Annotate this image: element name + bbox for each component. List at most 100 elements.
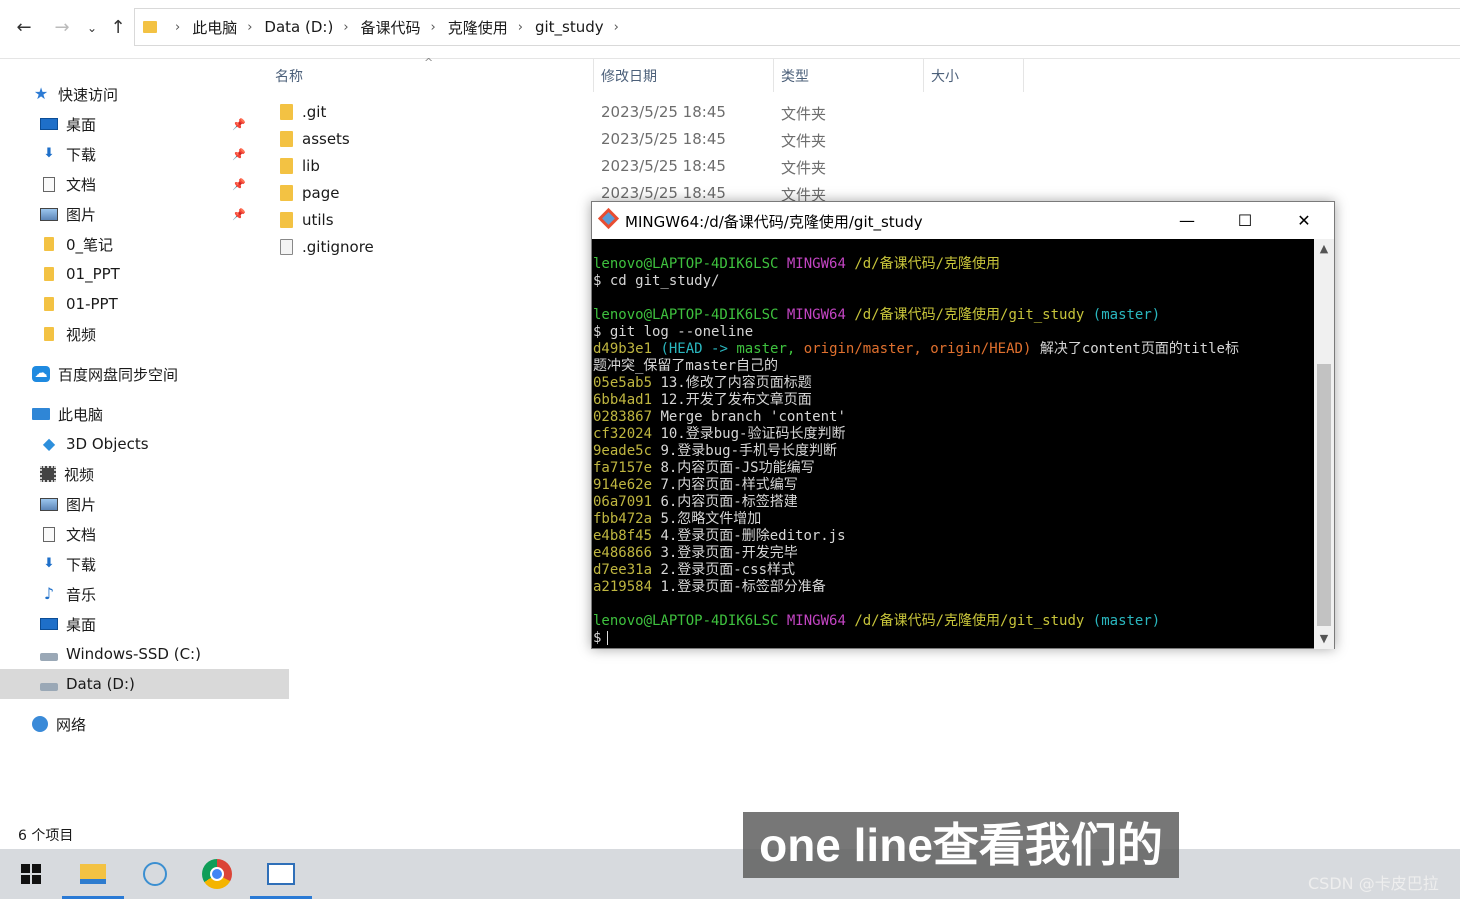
sidebar-item-01-ppt-2[interactable]: 01-PPT [0,289,290,319]
column-name[interactable]: 名称 [275,66,303,86]
chevron-right-icon[interactable]: › [175,20,180,35]
column-type[interactable]: 类型 [781,66,809,86]
sidebar-item-01-ppt[interactable]: 01_PPT [0,259,290,289]
folder-icon [44,267,54,281]
up-button[interactable]: ↑ [106,16,130,40]
sidebar-item-notes[interactable]: 0_笔记 [0,229,290,259]
picture-icon [40,497,58,511]
sidebar-item-network[interactable]: 网络 [0,709,282,739]
sidebar-item-drive-c[interactable]: Windows-SSD (C:) [0,639,290,669]
pin-icon[interactable]: 📌 [232,178,246,191]
scroll-down-icon[interactable]: ▼ [1314,629,1334,649]
column-divider[interactable] [773,58,774,92]
chevron-right-icon[interactable]: › [614,20,619,35]
sidebar-item-desktop[interactable]: 桌面 📌 [0,109,290,139]
start-button[interactable] [0,849,62,899]
scroll-up-icon[interactable]: ▲ [1314,239,1334,259]
folder-icon [280,131,293,147]
git-icon [597,207,620,230]
log-line: a219584 1.登录页面-标签部分准备 [593,579,826,595]
column-date[interactable]: 修改日期 [601,66,657,86]
crumb-code[interactable]: 备课代码 [361,17,421,38]
log-line: fbb472a 5.忽略文件增加 [593,511,762,527]
chevron-right-icon[interactable]: › [343,20,348,35]
pin-icon[interactable]: 📌 [232,208,246,221]
terminal-output[interactable]: lenovo@LAPTOP-4DIK6LSC MINGW64 /d/备课代码/克… [592,239,1314,649]
sidebar-item-drive-d[interactable]: Data (D:) [0,669,289,699]
prompt-line: lenovo@LAPTOP-4DIK6LSC MINGW64 /d/备课代码/克… [593,256,1001,272]
recent-locations-chevron-icon[interactable]: ⌄ [80,16,104,40]
file-row-assets[interactable]: assets 2023/5/25 18:45 文件夹 [272,126,832,153]
sidebar-item-pc-pictures[interactable]: 图片 [0,489,290,519]
sidebar-item-pc-documents[interactable]: 文档 [0,519,290,549]
crumb-clone[interactable]: 克隆使用 [448,17,508,38]
sidebar-item-videos[interactable]: 视频 [0,319,290,349]
log-line-head: d49b3e1 (HEAD -> master, origin/master, … [593,341,1239,357]
prompt-line: lenovo@LAPTOP-4DIK6LSC MINGW64 /d/备课代码/克… [593,307,1161,323]
column-divider[interactable] [923,58,924,92]
minimize-button[interactable]: — [1158,202,1216,239]
desktop-icon [40,618,58,630]
log-line: fa7157e 8.内容页面-JS功能编写 [593,460,815,476]
terminal-title-bar[interactable]: MINGW64:/d/备课代码/克隆使用/git_study — ☐ ✕ [592,202,1334,239]
column-divider[interactable] [593,58,594,92]
download-icon: ⬇ [43,146,55,161]
git-bash-window[interactable]: MINGW64:/d/备课代码/克隆使用/git_study — ☐ ✕ len… [591,201,1335,649]
scrollbar-thumb[interactable] [1317,364,1331,626]
watermark: CSDN @卡皮巴拉 [1308,874,1439,893]
crumb-data-d[interactable]: Data (D:) [264,18,333,36]
desktop-icon [40,118,58,130]
back-button[interactable]: ← [12,16,36,40]
sidebar-item-music[interactable]: ♪ 音乐 [0,579,290,609]
taskbar-chrome[interactable] [186,849,248,899]
taskbar [0,849,1460,899]
folder-icon [280,185,293,201]
taskbar-window[interactable] [250,849,312,899]
crumb-git-study[interactable]: git_study [535,18,604,36]
maximize-button[interactable]: ☐ [1216,202,1274,239]
status-item-count: 6 个项目 [18,828,74,844]
chevron-right-icon[interactable]: › [518,20,523,35]
pin-icon[interactable]: 📌 [232,118,246,131]
log-line: 6bb4ad1 12.开发了发布文章页面 [593,392,812,408]
terminal-scrollbar[interactable]: ▲ ▼ [1314,239,1334,649]
sidebar-item-pc-downloads[interactable]: ⬇ 下载 [0,549,290,579]
sidebar-item-3d-objects[interactable]: ◆ 3D Objects [0,429,290,459]
file-explorer-icon [80,864,106,884]
column-header-row: 名称 ^ 修改日期 类型 大小 [0,56,1460,92]
file-row-lib[interactable]: lib 2023/5/25 18:45 文件夹 [272,153,832,180]
app-icon [143,862,167,886]
sidebar-item-pc-desktop[interactable]: 桌面 [0,609,290,639]
forward-button[interactable]: → [50,16,74,40]
column-size[interactable]: 大小 [931,66,959,86]
column-divider[interactable] [1023,58,1024,92]
drive-icon [40,683,58,691]
sidebar-item-this-pc[interactable]: 此电脑 [0,399,282,429]
document-icon [43,176,55,192]
sidebar-item-baidu[interactable]: ☁ 百度网盘同步空间 [0,359,282,389]
sidebar-item-documents[interactable]: 文档 📌 [0,169,290,199]
log-line: e486866 3.登录页面-开发完毕 [593,545,798,561]
chevron-right-icon[interactable]: › [431,20,436,35]
command-line: $ cd git_study/ [593,273,720,289]
folder-icon [44,237,54,251]
sidebar-item-pc-videos[interactable]: 视频 [0,459,290,489]
chevron-right-icon[interactable]: › [247,20,252,35]
log-line: 914e62e 7.内容页面-样式编写 [593,477,798,493]
file-row-git[interactable]: .git 2023/5/25 18:45 文件夹 [272,99,832,126]
chrome-icon [202,859,232,889]
film-icon [40,466,56,482]
taskbar-file-explorer[interactable] [62,849,124,899]
breadcrumb[interactable]: › 此电脑 › Data (D:) › 备课代码 › 克隆使用 › git_study › [134,8,1460,46]
music-icon: ♪ [43,584,55,603]
close-button[interactable]: ✕ [1275,202,1333,239]
crumb-this-pc[interactable]: 此电脑 [192,17,237,38]
taskbar-app[interactable] [124,849,186,899]
picture-icon [40,207,58,221]
sidebar-item-pictures[interactable]: 图片 📌 [0,199,290,229]
folder-icon [44,327,54,341]
pin-icon[interactable]: 📌 [232,148,246,161]
input-line[interactable]: $ [593,630,1314,647]
sidebar-item-downloads[interactable]: ⬇ 下载 📌 [0,139,290,169]
